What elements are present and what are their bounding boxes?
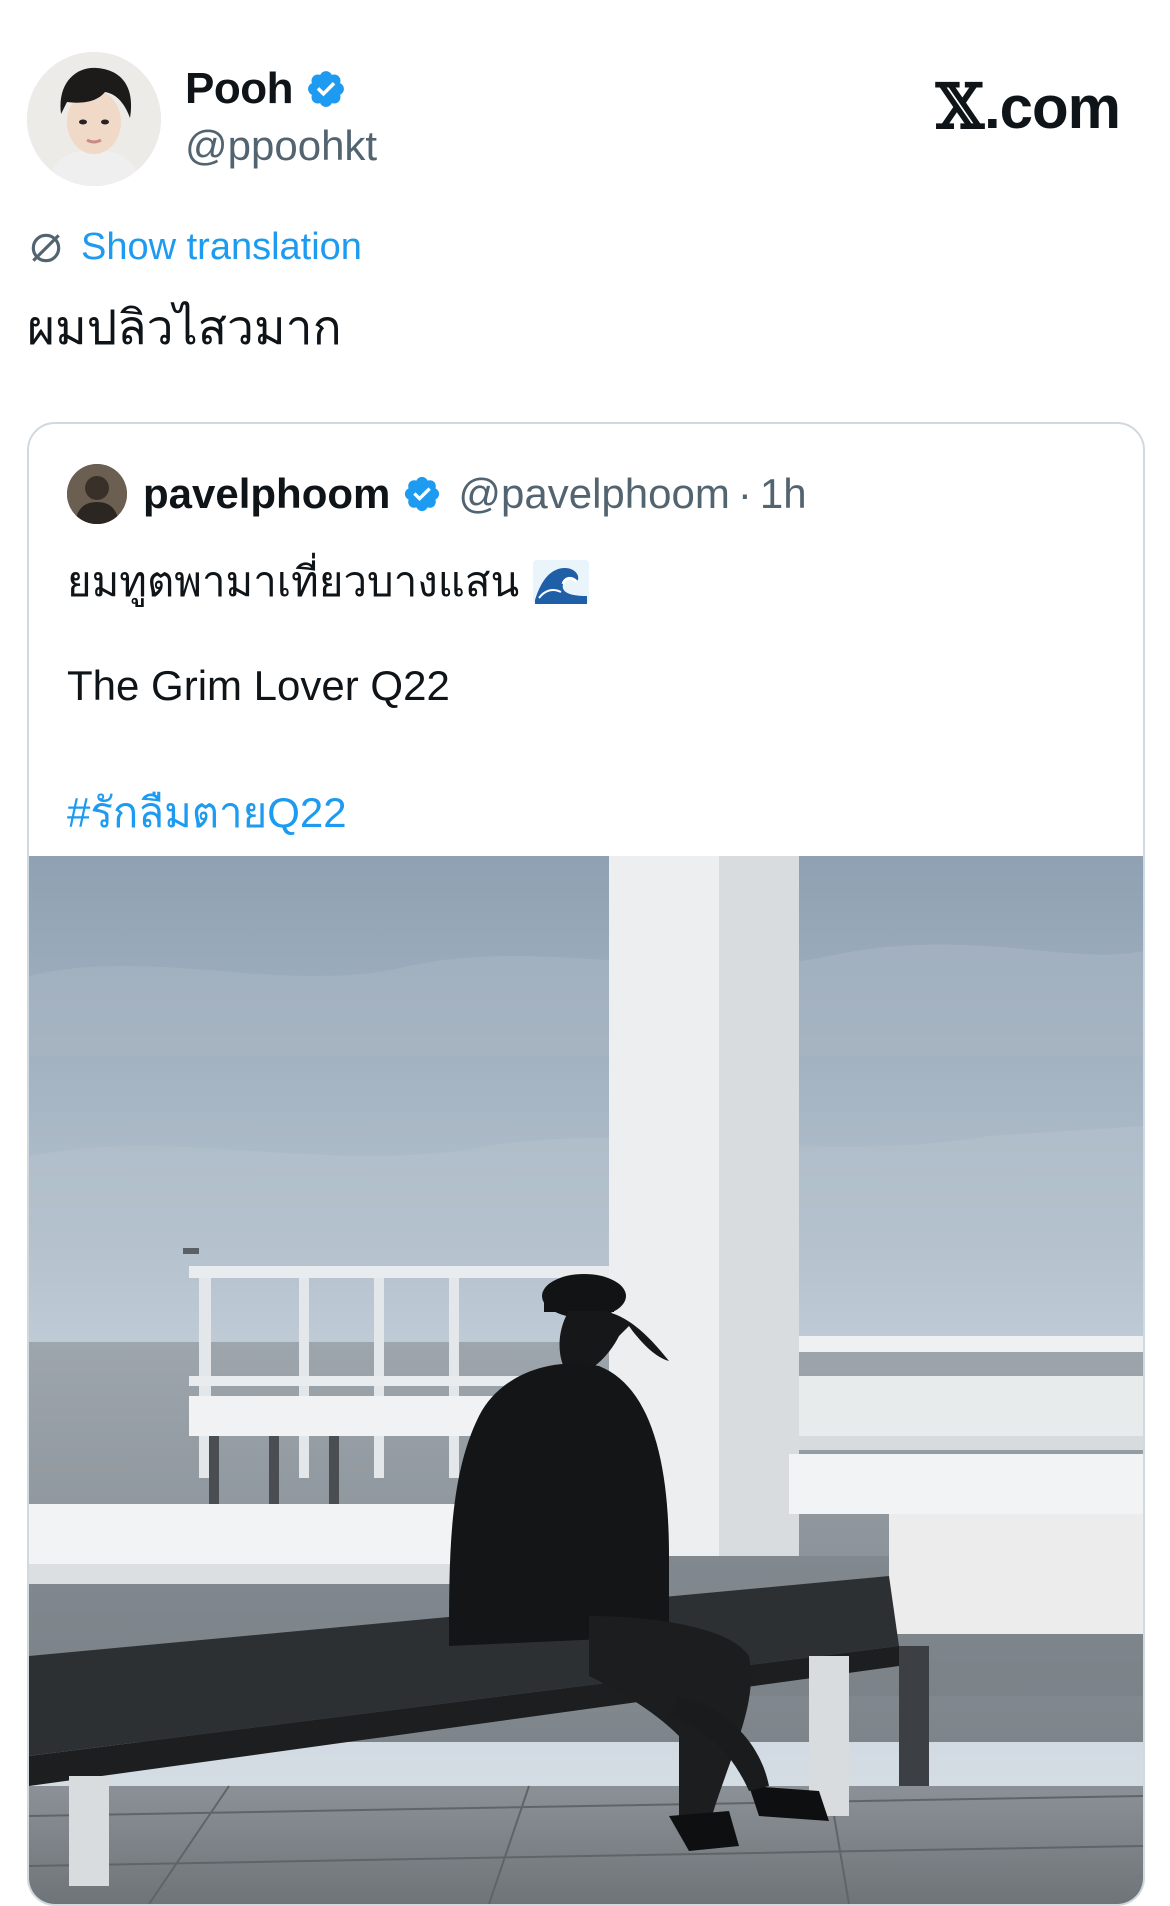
quoted-tweet-header: pavelphoom @pavelphoom · 1h bbox=[67, 464, 807, 524]
quoted-tweet-card[interactable]: pavelphoom @pavelphoom · 1h ยมทูตพามาเที… bbox=[27, 422, 1145, 1906]
translate-icon bbox=[31, 233, 61, 262]
x-com-text: .com bbox=[983, 74, 1121, 141]
quoted-text-line-2: The Grim Lover Q22 bbox=[67, 662, 450, 709]
show-translation-link[interactable]: Show translation bbox=[27, 226, 362, 269]
author-name[interactable]: Pooh bbox=[185, 64, 293, 114]
quoted-text-line-1: ยมทูตพามาเที่ยวบางแสน bbox=[67, 549, 590, 615]
avatar-portrait bbox=[27, 52, 161, 186]
author-handle[interactable]: @ppoohkt bbox=[185, 122, 377, 170]
quoted-verified-badge-icon bbox=[405, 476, 440, 512]
quoted-author-avatar[interactable] bbox=[67, 464, 127, 524]
quoted-author-name[interactable]: pavelphoom bbox=[143, 470, 390, 518]
author-avatar[interactable] bbox=[27, 52, 161, 186]
author-name-row: Pooh bbox=[185, 64, 347, 114]
quoted-author-handle[interactable]: @pavelphoom bbox=[458, 470, 729, 518]
show-translation-label: Show translation bbox=[81, 226, 362, 268]
x-com-logo: 𝕏 .com bbox=[935, 70, 1121, 143]
header-separator: · bbox=[737, 470, 752, 517]
verified-badge-icon bbox=[308, 71, 344, 107]
quoted-avatar-portrait bbox=[67, 464, 127, 524]
x-logo-icon: 𝕏 bbox=[935, 70, 984, 143]
wave-emoji bbox=[533, 560, 590, 604]
tweet-text: ผมปลิวไสวมาก bbox=[27, 302, 342, 355]
quoted-timestamp[interactable]: 1h bbox=[760, 470, 807, 518]
quoted-text-thai: ยมทูตพามาเที่ยวบางแสน bbox=[67, 558, 520, 605]
quoted-hashtag-link[interactable]: #รักลืมตายQ22 bbox=[67, 780, 347, 846]
quoted-tweet-photo[interactable] bbox=[29, 856, 1143, 1904]
